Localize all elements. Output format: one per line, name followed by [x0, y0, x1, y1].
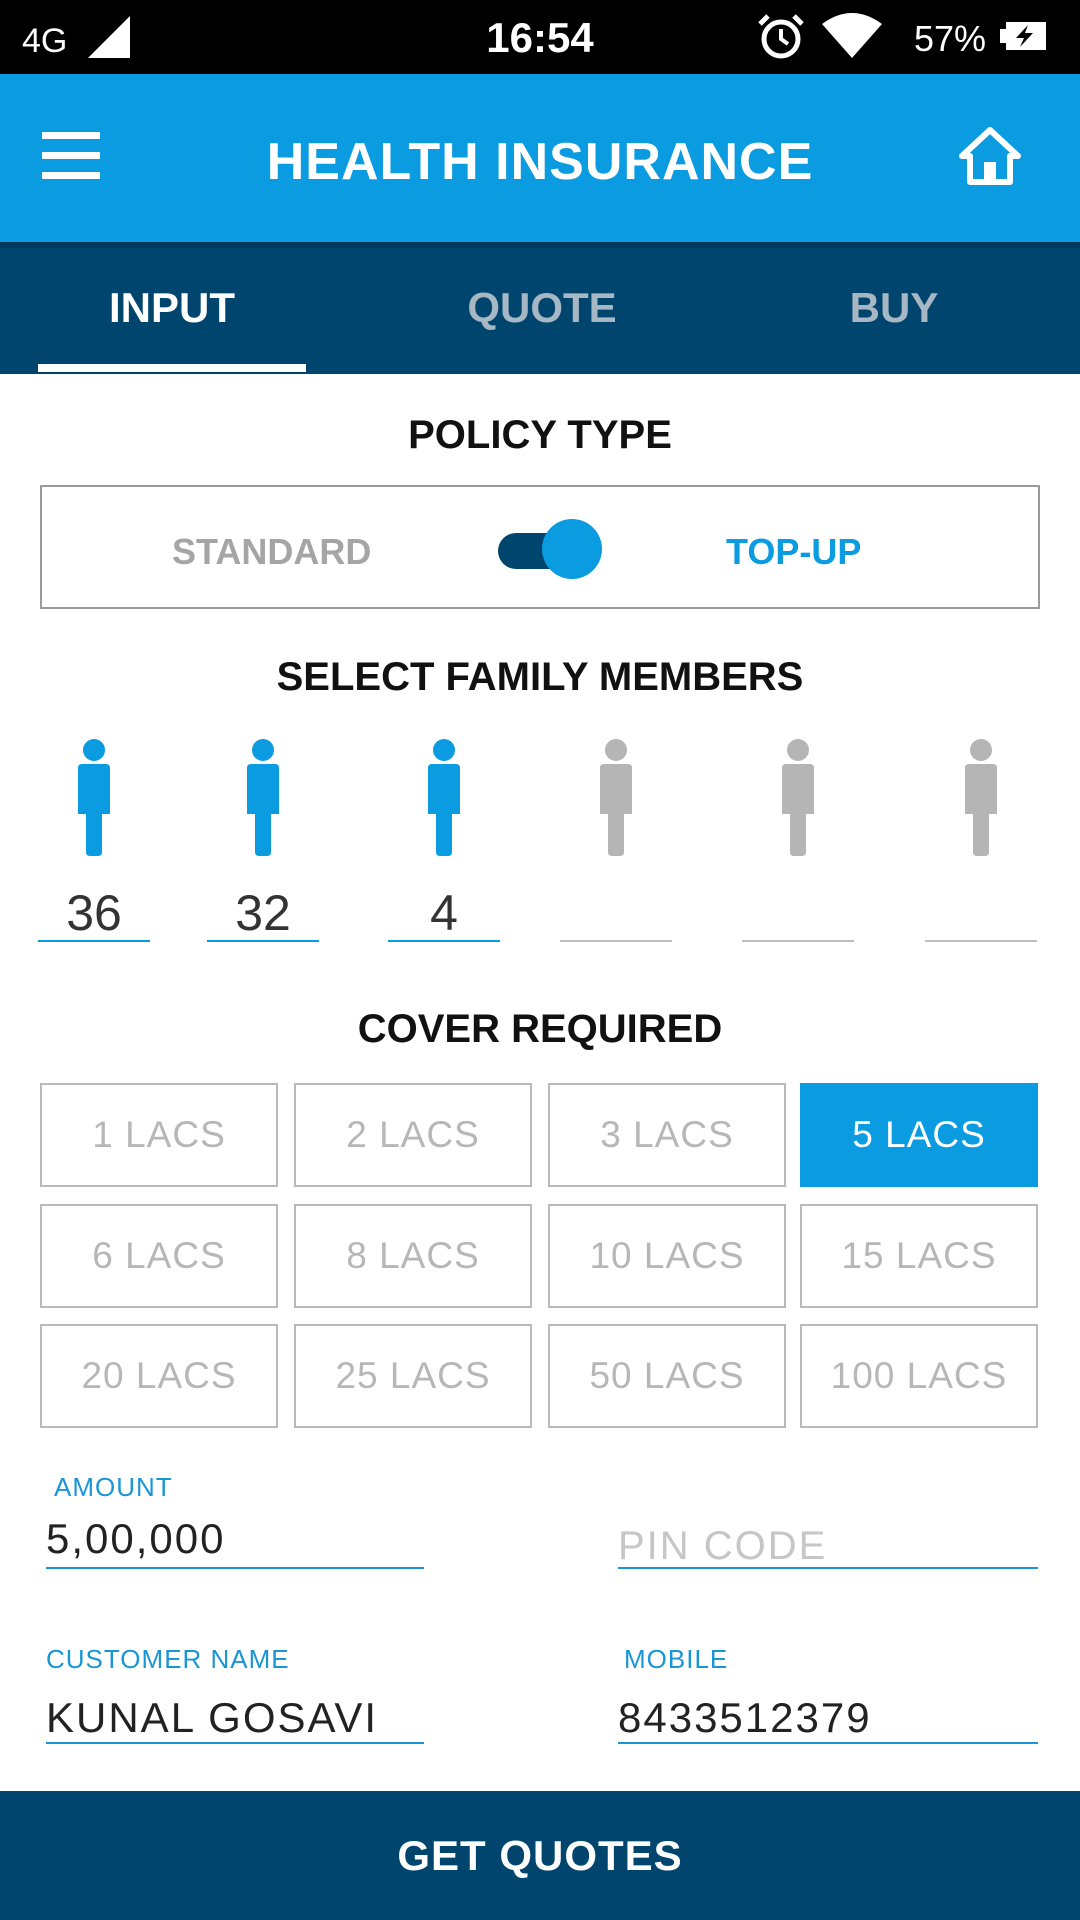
family-member-2[interactable]: 32 [207, 738, 319, 948]
cover-required-heading: COVER REQUIRED [357, 1007, 723, 1051]
customer-name-label: CUSTOMER NAME [46, 1644, 290, 1674]
home-icon[interactable] [958, 126, 1022, 186]
tab-indicator [38, 364, 306, 372]
person-icon [78, 739, 110, 856]
policy-topup-option[interactable]: TOP-UP [726, 531, 861, 573]
tab-input[interactable]: INPUT [38, 284, 306, 332]
app-bar: HEALTH INSURANCE [0, 74, 1080, 242]
person-icon [782, 739, 814, 856]
customer-name-input[interactable]: KUNAL GOSAVI [46, 1694, 378, 1742]
person-icon [600, 739, 632, 856]
tab-bar: INPUT QUOTE BUY [0, 242, 1080, 374]
cover-option-20-lacs[interactable]: 20 LACS [40, 1324, 278, 1428]
mobile-underline [618, 1742, 1038, 1744]
pin-code-underline [618, 1567, 1038, 1569]
member-age-input[interactable] [742, 884, 854, 934]
tab-buy[interactable]: BUY [760, 284, 1028, 332]
family-member-1[interactable]: 36 [38, 738, 150, 948]
cover-option-100-lacs[interactable]: 100 LACS [800, 1324, 1038, 1428]
cover-option-10-lacs[interactable]: 10 LACS [548, 1204, 786, 1308]
cover-option-2-lacs[interactable]: 2 LACS [294, 1083, 532, 1187]
cover-option-50-lacs[interactable]: 50 LACS [548, 1324, 786, 1428]
person-icon [965, 739, 997, 856]
policy-standard-option[interactable]: STANDARD [172, 531, 371, 573]
member-age-underline [742, 940, 854, 942]
cover-option-25-lacs[interactable]: 25 LACS [294, 1324, 532, 1428]
member-age-input[interactable]: 36 [38, 884, 150, 941]
member-age-input[interactable] [925, 884, 1037, 934]
member-age-underline [925, 940, 1037, 942]
member-age-underline [560, 940, 672, 942]
get-quotes-button[interactable]: GET QUOTES [0, 1791, 1080, 1920]
member-age-underline [207, 940, 319, 942]
family-member-3[interactable]: 4 [388, 738, 500, 948]
alarm-icon [758, 14, 804, 59]
policy-type-selector: STANDARD TOP-UP [40, 485, 1040, 609]
customer-name-underline [46, 1742, 424, 1744]
member-age-input[interactable] [560, 884, 672, 934]
member-age-input[interactable]: 32 [207, 884, 319, 941]
amount-input[interactable]: 5,00,000 [46, 1515, 226, 1563]
mobile-input[interactable]: 8433512379 [618, 1694, 872, 1742]
policy-type-toggle[interactable] [498, 519, 602, 579]
family-member-4[interactable] [560, 738, 672, 948]
battery-percent: 57% [914, 18, 987, 59]
policy-type-heading: POLICY TYPE [408, 413, 672, 457]
family-members-heading: SELECT FAMILY MEMBERS [276, 655, 804, 699]
toggle-thumb [542, 519, 602, 579]
cover-option-15-lacs[interactable]: 15 LACS [800, 1204, 1038, 1308]
family-member-5[interactable] [742, 738, 854, 948]
page-title: HEALTH INSURANCE [266, 133, 814, 191]
family-member-6[interactable] [925, 738, 1037, 948]
cover-option-1-lacs[interactable]: 1 LACS [40, 1083, 278, 1187]
mobile-label: MOBILE [624, 1644, 729, 1674]
cover-option-3-lacs[interactable]: 3 LACS [548, 1083, 786, 1187]
cover-option-5-lacs[interactable]: 5 LACS [800, 1083, 1038, 1187]
member-age-underline [38, 940, 150, 942]
amount-underline [46, 1567, 424, 1569]
cover-option-6-lacs[interactable]: 6 LACS [40, 1204, 278, 1308]
member-age-underline [388, 940, 500, 942]
status-bar: 4G 16:54 57% [0, 0, 1080, 74]
person-icon [247, 739, 279, 856]
tab-quote[interactable]: QUOTE [408, 284, 676, 332]
wifi-icon [822, 13, 882, 58]
person-icon [428, 739, 460, 856]
amount-label: AMOUNT [54, 1472, 173, 1502]
member-age-input[interactable]: 4 [388, 884, 500, 941]
cover-option-8-lacs[interactable]: 8 LACS [294, 1204, 532, 1308]
pin-code-input[interactable] [618, 1520, 1038, 1572]
battery-charging-icon [1000, 22, 1046, 50]
